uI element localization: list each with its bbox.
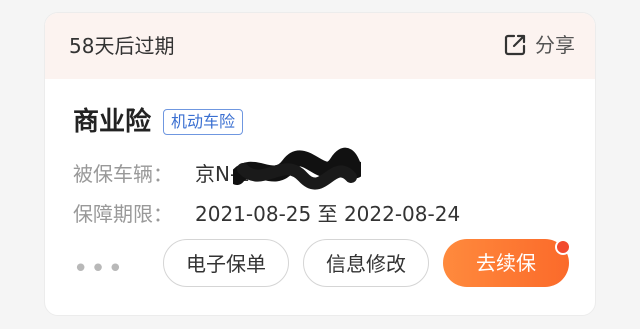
- policy-type-tag: 机动车险: [163, 109, 244, 135]
- vehicle-label: 被保车辆：: [73, 162, 173, 186]
- insurance-card: 58天后过期 分享 商业险 机动车险 被保车辆： 京N-L6 保障期限： 202…: [44, 12, 596, 316]
- policy-title-row: 商业险 机动车险: [73, 105, 244, 139]
- more-dots-icon[interactable]: •••: [73, 256, 125, 282]
- share-icon: [504, 34, 526, 56]
- vehicle-plate: 京N-L6: [195, 147, 361, 190]
- share-label: 分享: [535, 33, 575, 57]
- renew-button[interactable]: 去续保: [443, 239, 569, 287]
- notification-dot: [555, 239, 571, 255]
- expiry-text: 58天后过期: [69, 34, 175, 58]
- redaction-scribble: [233, 147, 361, 190]
- card-header: 58天后过期 分享: [45, 13, 595, 79]
- vehicle-row: 被保车辆： 京N-L6: [73, 147, 361, 190]
- period-value: 2021-08-25 至 2022-08-24: [195, 202, 461, 226]
- policy-title: 商业险: [73, 107, 152, 137]
- period-label: 保障期限：: [73, 202, 173, 226]
- info-modify-button[interactable]: 信息修改: [303, 239, 429, 287]
- period-row: 保障期限： 2021-08-25 至 2022-08-24: [73, 201, 460, 227]
- share-button[interactable]: 分享: [503, 31, 575, 59]
- e-policy-button[interactable]: 电子保单: [163, 239, 289, 287]
